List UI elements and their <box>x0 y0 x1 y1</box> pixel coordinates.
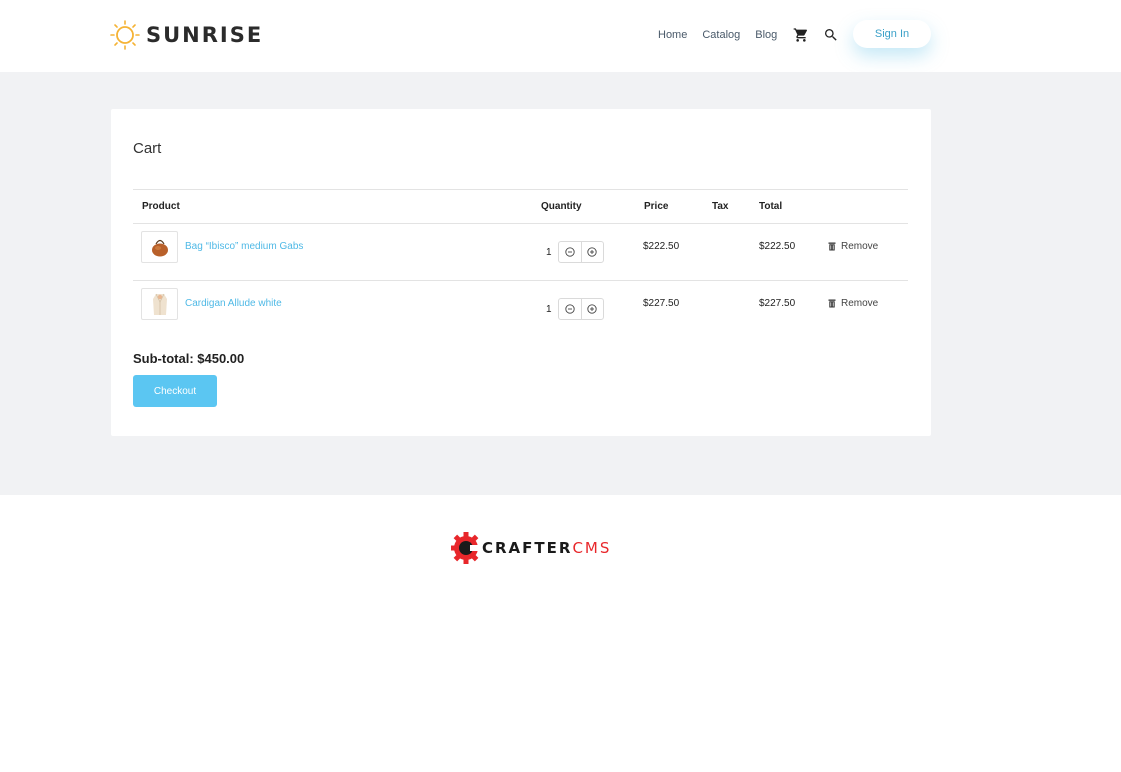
trash-icon <box>828 242 836 251</box>
page-title: Cart <box>133 140 162 157</box>
quantity-stepper <box>558 298 604 320</box>
remove-item-button[interactable]: Remove <box>828 241 878 252</box>
minus-circle-icon <box>565 247 575 257</box>
col-product: Product <box>142 201 180 212</box>
quantity-stepper <box>558 241 604 263</box>
item-total: $227.50 <box>759 298 796 309</box>
crafter-logo-text: CRAFTERCMS <box>482 539 611 557</box>
plus-circle-icon <box>587 304 597 314</box>
col-quantity: Quantity <box>541 201 582 212</box>
site-footer: CRAFTERCMS <box>0 495 1121 772</box>
minus-circle-icon <box>565 304 575 314</box>
sun-icon <box>110 20 140 50</box>
col-tax: Tax <box>712 201 729 212</box>
cardigan-image <box>152 293 167 315</box>
col-total: Total <box>759 201 783 212</box>
product-name-link[interactable]: Bag “Ibisco” medium Gabs <box>185 241 303 252</box>
nav-blog[interactable]: Blog <box>755 29 777 41</box>
table-header: Product Quantity Price Tax Total <box>133 189 908 224</box>
nav-home[interactable]: Home <box>658 29 687 41</box>
sign-in-button[interactable]: Sign In <box>853 20 931 48</box>
item-price: $222.50 <box>643 241 680 252</box>
crafter-logo-text-red: CMS <box>572 539 612 557</box>
brand-logo[interactable]: SUNRISE <box>110 19 263 51</box>
shopping-cart-icon[interactable] <box>793 27 809 43</box>
decrease-quantity-button[interactable] <box>559 242 582 262</box>
item-total: $222.50 <box>759 241 796 252</box>
site-header: SUNRISE Home Catalog Blog Sign In <box>0 0 1121 72</box>
cart-table: Product Quantity Price Tax Total Bag “Ib… <box>133 189 908 338</box>
bag-image <box>151 239 168 257</box>
product-name-link[interactable]: Cardigan Allude white <box>185 298 282 309</box>
increase-quantity-button[interactable] <box>582 242 604 262</box>
nav-catalog[interactable]: Catalog <box>702 29 740 41</box>
remove-label: Remove <box>841 298 879 309</box>
product-thumbnail[interactable] <box>141 231 178 263</box>
plus-circle-icon <box>587 247 597 257</box>
table-row: Bag “Ibisco” medium Gabs 1 $222.50 $222.… <box>133 224 908 281</box>
col-price: Price <box>644 201 669 212</box>
remove-item-button[interactable]: Remove <box>828 298 878 309</box>
brand-name: SUNRISE <box>146 23 264 47</box>
trash-icon <box>828 299 836 308</box>
crafter-cms-logo[interactable]: CRAFTERCMS <box>451 531 611 565</box>
cart-panel: Cart Product Quantity Price Tax Total Ba… <box>111 109 931 436</box>
table-row: Cardigan Allude white 1 $227.50 $227.50 … <box>133 281 908 338</box>
item-price: $227.50 <box>643 298 680 309</box>
increase-quantity-button[interactable] <box>582 299 604 319</box>
crafter-logo-text-dark: CRAFTER <box>482 539 573 557</box>
gear-icon <box>451 532 481 564</box>
remove-label: Remove <box>841 241 879 252</box>
quantity-value: 1 <box>546 304 552 315</box>
checkout-button[interactable]: Checkout <box>133 375 217 407</box>
decrease-quantity-button[interactable] <box>559 299 582 319</box>
main-nav: Home Catalog Blog <box>658 19 839 51</box>
product-thumbnail[interactable] <box>141 288 178 320</box>
search-icon[interactable] <box>823 27 839 43</box>
subtotal: Sub-total: $450.00 <box>133 351 245 366</box>
quantity-value: 1 <box>546 247 552 258</box>
